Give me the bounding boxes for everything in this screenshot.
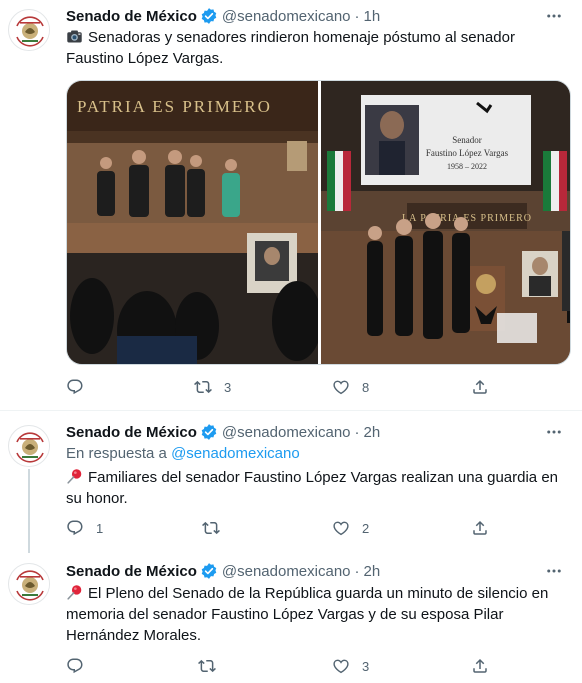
pushpin-emoji-icon xyxy=(66,584,83,601)
reply-icon xyxy=(66,519,84,537)
camera-emoji-icon xyxy=(66,28,83,45)
tweet-header: Senado de México @senadomexicano · 1h xyxy=(66,5,380,27)
share-icon xyxy=(471,657,489,675)
tweet[interactable]: Senado de México @senadomexicano · 2h En… xyxy=(0,411,582,553)
reply-handle-link[interactable]: @senadomexicano xyxy=(171,445,300,462)
tweet-body: Senadoras y senadores rindieron homenaje… xyxy=(66,29,515,67)
author-name[interactable]: Senado de México xyxy=(66,424,197,441)
like-button[interactable]: 8 xyxy=(332,376,369,398)
more-button[interactable] xyxy=(544,561,564,581)
share-button[interactable] xyxy=(471,655,489,677)
tweet-actions: 3 8 xyxy=(66,376,486,398)
retweet-icon xyxy=(194,378,212,396)
timeline: Senado de México @senadomexicano · 1h Se… xyxy=(0,0,582,683)
author-handle[interactable]: @senadomexicano xyxy=(222,8,351,25)
separator: · xyxy=(354,7,360,25)
tweet-actions: 1 2 xyxy=(66,517,486,539)
more-icon xyxy=(545,423,563,441)
share-icon xyxy=(471,378,489,396)
reply-button[interactable] xyxy=(66,655,96,677)
reply-icon xyxy=(66,378,84,396)
retweet-button[interactable] xyxy=(202,517,232,539)
verified-badge-icon xyxy=(200,562,218,580)
reply-count: 1 xyxy=(96,520,104,536)
like-icon xyxy=(332,519,350,537)
reply-prefix: En respuesta a xyxy=(66,445,167,462)
avatar[interactable] xyxy=(8,425,50,467)
like-count: 2 xyxy=(362,520,370,536)
reply-button[interactable] xyxy=(66,376,96,398)
more-icon xyxy=(545,562,563,580)
timestamp[interactable]: 1h xyxy=(364,8,381,25)
tweet-text: Senadoras y senadores rindieron homenaje… xyxy=(66,27,571,69)
senado-logo-icon xyxy=(9,426,50,467)
photo-right[interactable]: Senador Faustino López Vargas 1958 – 202… xyxy=(321,81,571,365)
author-name[interactable]: Senado de México xyxy=(66,563,197,580)
thread-line xyxy=(28,469,30,553)
screen-years: 1958 – 2022 xyxy=(447,162,487,171)
wall-inscription: PATRIA ES PRIMERO xyxy=(77,97,272,116)
reply-icon xyxy=(66,657,84,675)
tweet[interactable]: Senado de México @senadomexicano · 1h Se… xyxy=(0,0,582,411)
tweet-header: Senado de México @senadomexicano · 2h xyxy=(66,560,380,582)
like-icon xyxy=(332,378,350,396)
verified-badge-icon xyxy=(200,423,218,441)
tweet-text: Familiares del senador Faustino López Va… xyxy=(66,467,571,509)
photo-grid[interactable]: PATRIA ES PRIMERO Senador Faustino López… xyxy=(66,80,571,365)
tweet-actions: 3 xyxy=(66,655,486,677)
more-button[interactable] xyxy=(544,422,564,442)
separator: · xyxy=(354,423,360,441)
tweet-header: Senado de México @senadomexicano · 2h xyxy=(66,421,380,443)
retweet-icon xyxy=(198,657,216,675)
tweet[interactable]: Senado de México @senadomexicano · 2h El… xyxy=(0,553,582,683)
senado-logo-icon xyxy=(9,10,50,51)
retweet-button[interactable]: 3 xyxy=(194,376,231,398)
more-icon xyxy=(545,7,563,25)
timestamp[interactable]: 2h xyxy=(364,424,381,441)
avatar[interactable] xyxy=(8,9,50,51)
share-button[interactable] xyxy=(471,376,489,398)
senado-logo-icon xyxy=(9,564,50,605)
screen-name: Faustino López Vargas xyxy=(426,148,509,158)
like-icon xyxy=(332,657,350,675)
pushpin-emoji-icon xyxy=(66,468,83,485)
reply-context: En respuesta a @senadomexicano xyxy=(66,445,300,462)
reply-button[interactable]: 1 xyxy=(66,517,103,539)
share-button[interactable] xyxy=(471,517,489,539)
retweet-count: 3 xyxy=(224,379,232,395)
timestamp[interactable]: 2h xyxy=(364,563,381,580)
more-button[interactable] xyxy=(544,6,564,26)
retweet-button[interactable] xyxy=(198,655,228,677)
author-handle[interactable]: @senadomexicano xyxy=(222,424,351,441)
tweet-text: El Pleno del Senado de la República guar… xyxy=(66,583,571,646)
separator: · xyxy=(354,562,360,580)
verified-badge-icon xyxy=(200,7,218,25)
avatar[interactable] xyxy=(8,563,50,605)
screen-label: Senador xyxy=(452,135,482,145)
tweet-body: El Pleno del Senado de la República guar… xyxy=(66,585,549,644)
tweet-body: Familiares del senador Faustino López Va… xyxy=(66,469,559,507)
like-count: 3 xyxy=(362,658,370,674)
photo-left[interactable]: PATRIA ES PRIMERO xyxy=(67,81,322,365)
retweet-icon xyxy=(202,519,220,537)
like-button[interactable]: 2 xyxy=(332,517,369,539)
author-name[interactable]: Senado de México xyxy=(66,8,197,25)
share-icon xyxy=(471,519,489,537)
like-count: 8 xyxy=(362,379,370,395)
like-button[interactable]: 3 xyxy=(332,655,369,677)
author-handle[interactable]: @senadomexicano xyxy=(222,563,351,580)
